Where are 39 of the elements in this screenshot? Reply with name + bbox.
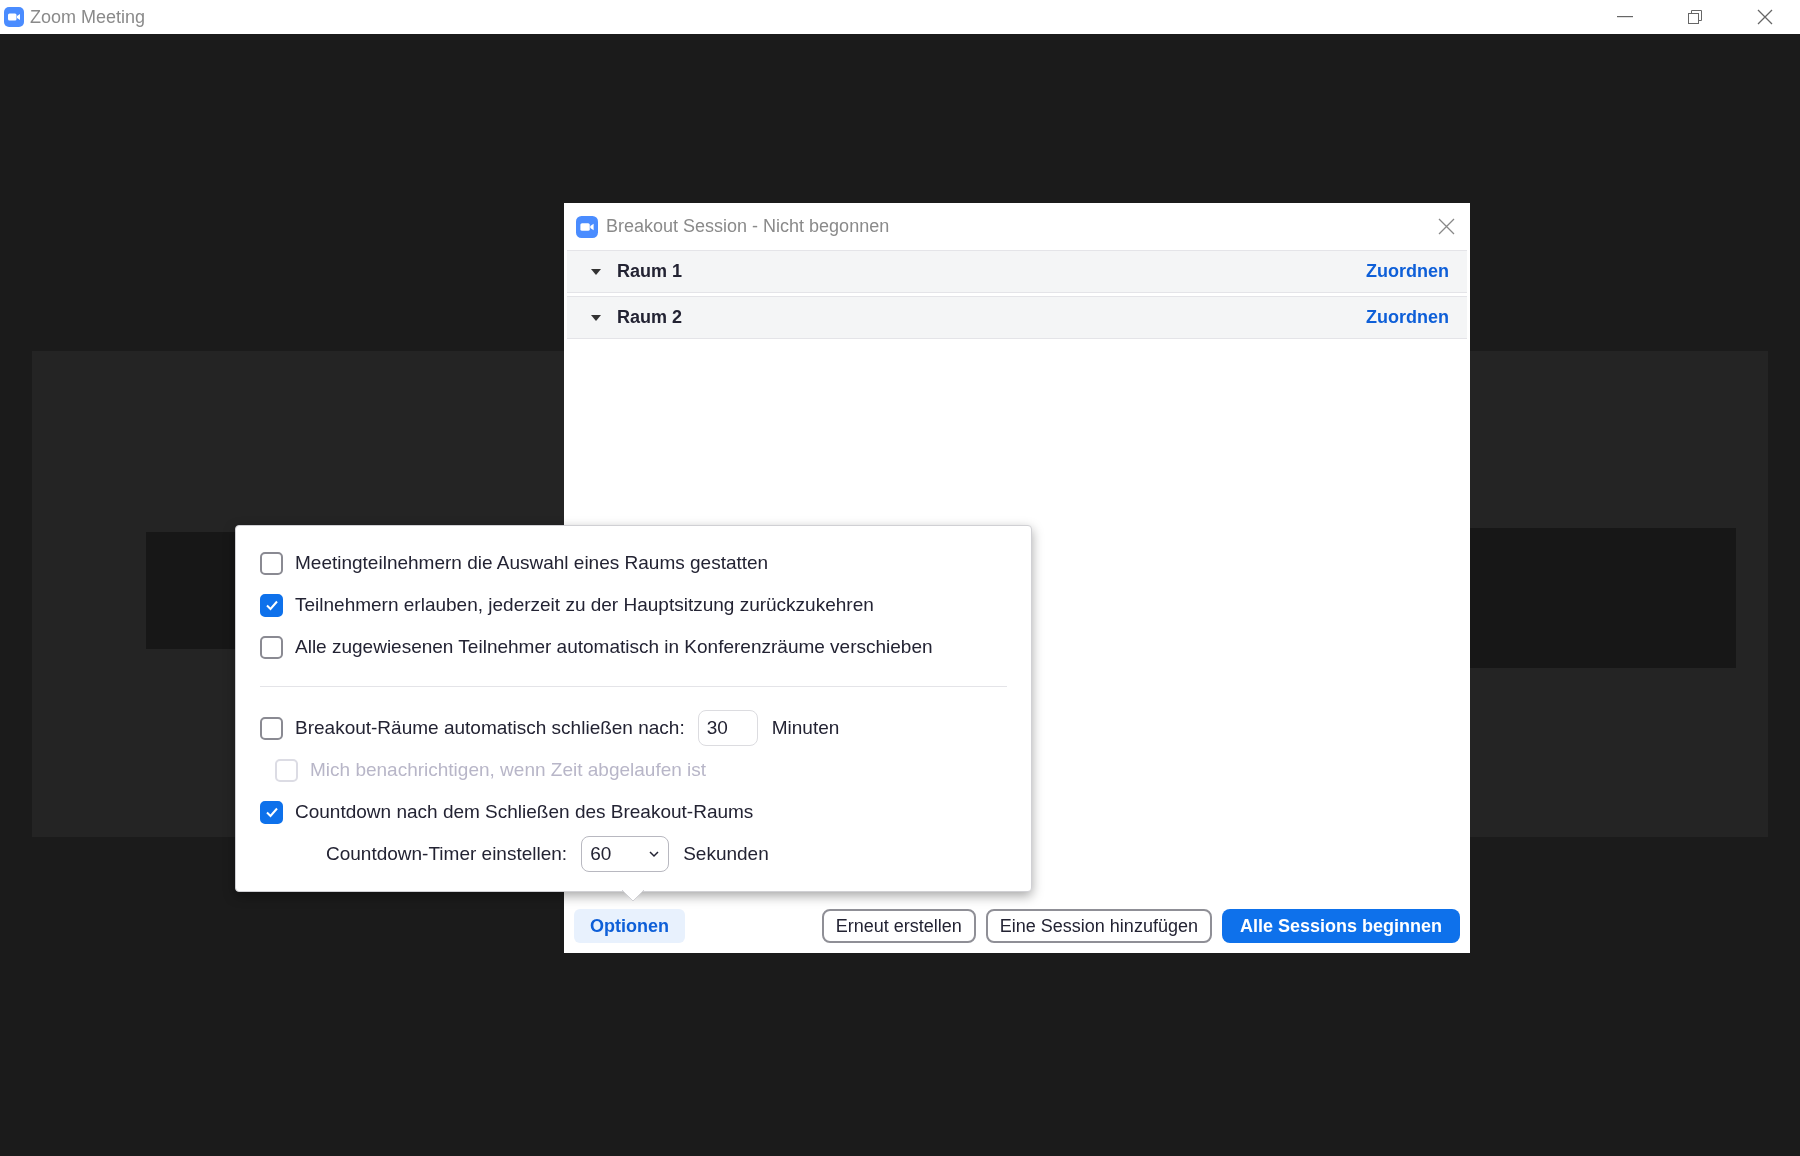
option-label: Countdown nach dem Schließen des Breakout-Raums bbox=[295, 799, 754, 824]
minimize-icon bbox=[1617, 16, 1633, 18]
checkbox[interactable] bbox=[260, 635, 283, 659]
room-name: Raum 1 bbox=[617, 260, 683, 283]
checkbox[interactable] bbox=[260, 551, 283, 575]
checkmark-icon bbox=[264, 598, 279, 612]
dialog-title: Breakout Session - Nicht begonnen bbox=[606, 215, 890, 238]
unit-label: Minuten bbox=[771, 715, 840, 740]
assign-link[interactable]: Zuordnen bbox=[1366, 258, 1449, 285]
option-label: Alle zugewiesenen Teilnehmer automatisch in Konferenzräume verschieben bbox=[295, 634, 933, 659]
room-row[interactable]: Raum 2 Zuordnen bbox=[567, 296, 1467, 339]
room-name: Raum 2 bbox=[617, 306, 683, 329]
checkmark-icon bbox=[264, 805, 279, 819]
caret-down-icon[interactable] bbox=[591, 313, 601, 322]
caret-down-icon[interactable] bbox=[591, 267, 601, 276]
checkbox[interactable] bbox=[260, 800, 283, 824]
timer-dropdown[interactable]: 60 bbox=[581, 836, 670, 872]
action-button[interactable]: Alle Sessions beginnen bbox=[1221, 909, 1460, 943]
action-button[interactable]: Eine Session hinzufügen bbox=[985, 909, 1212, 943]
option-label: Mich benachrichtigen, wenn Zeit abgelaufen ist bbox=[310, 757, 707, 782]
option-label: Teilnehmern erlauben, jederzeit zu der Hauptsitzung zurückzukehren bbox=[295, 592, 874, 617]
option-label: Breakout-Räume automatisch schließen nach: bbox=[295, 715, 685, 740]
option-label: Countdown-Timer einstellen: bbox=[326, 841, 568, 866]
checkbox[interactable] bbox=[260, 716, 283, 740]
close-icon bbox=[1757, 9, 1773, 25]
camera-icon bbox=[576, 215, 598, 238]
assign-link[interactable]: Zuordnen bbox=[1366, 304, 1449, 331]
option-label: Meetingteilnehmern die Auswahl eines Raums gestatten bbox=[295, 550, 769, 575]
options-button[interactable]: Optionen bbox=[574, 909, 685, 943]
checkbox[interactable] bbox=[260, 593, 283, 617]
restore-icon bbox=[1688, 10, 1702, 24]
window-title: Zoom Meeting bbox=[30, 5, 146, 29]
camera-icon bbox=[4, 7, 24, 27]
close-icon bbox=[1437, 218, 1455, 235]
chevron-down-icon bbox=[648, 850, 661, 858]
action-button[interactable]: Erneut erstellen bbox=[821, 909, 976, 943]
unit-label: Sekunden bbox=[683, 841, 769, 866]
minutes-field[interactable]: 30 bbox=[697, 710, 758, 746]
room-row[interactable]: Raum 1 Zuordnen bbox=[567, 250, 1467, 293]
